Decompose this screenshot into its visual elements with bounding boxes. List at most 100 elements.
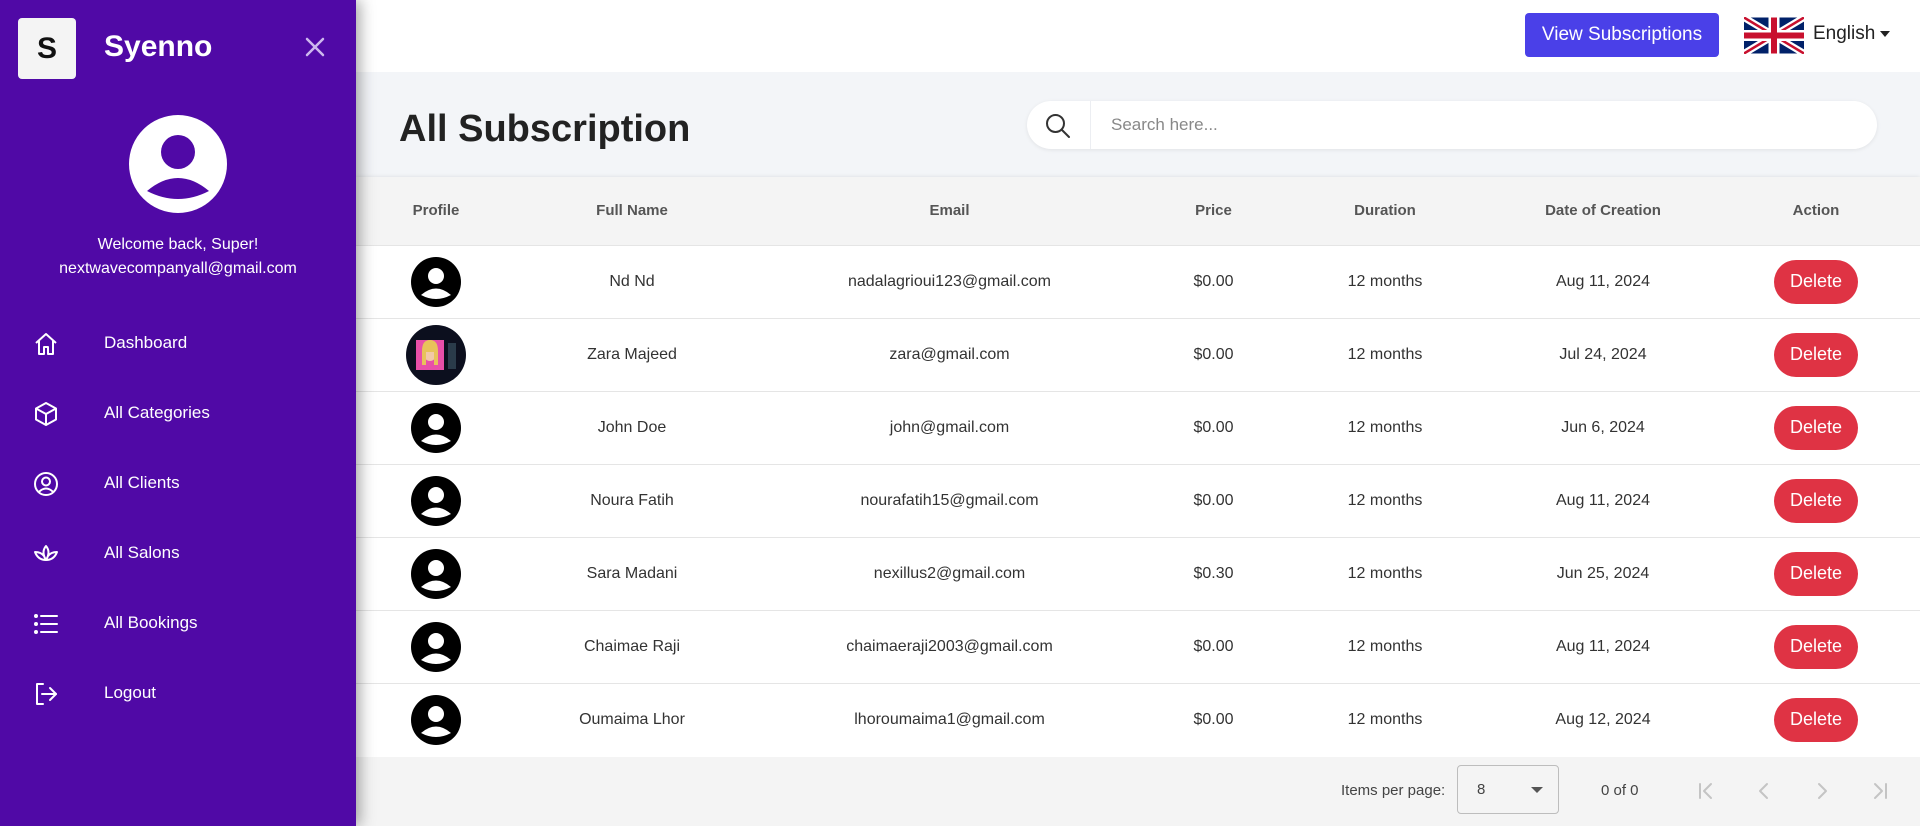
price-cell: $0.00 [1193, 345, 1234, 363]
column-header-duration: Duration [1354, 202, 1416, 220]
sidebar-item-dashboard[interactable]: Dashboard [0, 308, 356, 378]
sidebar-item-label: Dashboard [104, 333, 188, 352]
language-label: English [1813, 23, 1876, 44]
list-icon [34, 614, 58, 634]
delete-button[interactable]: Delete [1774, 624, 1858, 669]
price-cell: $0.00 [1193, 637, 1234, 655]
price-cell: $0.00 [1193, 272, 1234, 290]
sidebar-item-all-salons[interactable]: All Salons [0, 518, 356, 588]
duration-cell: 12 months [1347, 345, 1423, 363]
user-icon [421, 486, 451, 518]
profile-cell [356, 610, 516, 683]
subscriptions-table: Profile Full Name Email Price Duration D… [356, 177, 1920, 756]
action-cell: Delete [1712, 391, 1920, 464]
profile-cell [356, 683, 516, 756]
name-cell: Oumaima Lhor [579, 710, 685, 728]
column-header-price: Price [1195, 202, 1232, 220]
avatar [411, 548, 461, 599]
date-cell: Jun 25, 2024 [1556, 564, 1650, 582]
sidebar-item-all-bookings[interactable]: All Bookings [0, 588, 356, 658]
user-icon [421, 559, 451, 591]
subscriptions-table-card: Profile Full Name Email Price Duration D… [356, 177, 1920, 826]
lotus-icon [34, 545, 58, 561]
uk-flag-icon[interactable] [1744, 17, 1804, 54]
price-cell: $0.30 [1193, 564, 1234, 582]
search-bar [1027, 101, 1877, 149]
duration-cell: 12 months [1347, 564, 1423, 582]
user-icon [147, 135, 209, 199]
user-circle-icon [34, 472, 58, 496]
chevron-down-icon [1531, 787, 1543, 793]
email-cell: zara@gmail.com [889, 345, 1010, 363]
table-row: Sara Madani nexillus2@gmail.com $0.30 12… [356, 537, 1920, 610]
last-page-icon[interactable] [1866, 777, 1894, 805]
user-icon [421, 632, 451, 664]
user-icon [421, 705, 451, 737]
email-cell: lhoroumaima1@gmail.com [854, 710, 1045, 728]
next-page-icon[interactable] [1808, 777, 1836, 805]
items-per-page-select[interactable]: 8 [1457, 765, 1559, 814]
user-icon [421, 413, 451, 445]
delete-button[interactable]: Delete [1774, 332, 1858, 377]
table-row: Nd Nd nadalagrioui123@gmail.com $0.00 12… [356, 245, 1920, 318]
view-subscriptions-button[interactable]: View Subscriptions [1525, 13, 1719, 57]
email-cell: nexillus2@gmail.com [873, 564, 1026, 582]
first-page-icon[interactable] [1692, 777, 1720, 805]
date-cell: Jul 24, 2024 [1559, 345, 1647, 363]
language-dropdown[interactable]: English [1813, 23, 1891, 45]
avatar [411, 402, 461, 453]
page-title: All Subscription [399, 108, 691, 150]
sidebar-item-label: All Clients [104, 473, 180, 492]
table-row: Zara Majeed zara@gmail.com $0.00 12 mont… [356, 318, 1920, 391]
sidebar-item-logout[interactable]: Logout [0, 658, 356, 728]
column-header-email: Email [929, 202, 970, 220]
home-icon [35, 333, 57, 355]
price-cell: $0.00 [1193, 418, 1234, 436]
date-cell: Aug 12, 2024 [1555, 710, 1651, 728]
table-row: Chaimae Raji chaimaeraji2003@gmail.com $… [356, 610, 1920, 683]
profile-photo-icon [416, 339, 456, 370]
chevron-down-icon [1880, 31, 1891, 37]
sidebar-item-label: Logout [104, 683, 156, 702]
sidebar-item-all-categories[interactable]: All Categories [0, 378, 356, 448]
duration-cell: 12 months [1347, 637, 1423, 655]
duration-cell: 12 months [1347, 272, 1423, 290]
welcome-text: Welcome back, Super! [97, 236, 259, 253]
profile-cell [356, 391, 516, 464]
action-cell: Delete [1712, 245, 1920, 318]
action-cell: Delete [1712, 683, 1920, 756]
search-icon[interactable] [1043, 111, 1073, 141]
search-input[interactable] [1090, 101, 1870, 149]
page-range: 0 of 0 [1601, 782, 1639, 799]
delete-button[interactable]: Delete [1774, 551, 1858, 596]
items-per-page-label: Items per page: [1341, 782, 1446, 799]
close-sidebar-button[interactable] [300, 32, 330, 62]
user-icon [421, 267, 451, 299]
delete-button[interactable]: Delete [1774, 478, 1858, 523]
name-cell: Nd Nd [609, 272, 655, 290]
action-cell: Delete [1712, 318, 1920, 391]
avatar-photo [406, 324, 466, 385]
name-cell: Zara Majeed [587, 345, 677, 363]
name-cell: Chaimae Raji [583, 637, 681, 655]
email-cell: nourafatih15@gmail.com [860, 491, 1039, 509]
action-cell: Delete [1712, 537, 1920, 610]
duration-cell: 12 months [1347, 491, 1423, 509]
delete-button[interactable]: Delete [1774, 405, 1858, 450]
brand-name: Syenno [104, 30, 213, 63]
previous-page-icon[interactable] [1750, 777, 1778, 805]
user-avatar [129, 115, 227, 213]
logo: S [18, 18, 76, 79]
profile-cell [356, 537, 516, 610]
avatar [411, 694, 461, 745]
delete-button[interactable]: Delete [1774, 697, 1858, 742]
sidebar-item-all-clients[interactable]: All Clients [0, 448, 356, 518]
avatar [411, 475, 461, 526]
table-row: Oumaima Lhor lhoroumaima1@gmail.com $0.0… [356, 683, 1920, 756]
profile-cell [356, 318, 516, 391]
column-header-date: Date of Creation [1545, 202, 1661, 220]
delete-button[interactable]: Delete [1774, 259, 1858, 304]
table-row: Noura Fatih nourafatih15@gmail.com $0.00… [356, 464, 1920, 537]
sidebar-item-label: All Bookings [104, 613, 198, 632]
date-cell: Jun 6, 2024 [1561, 418, 1645, 436]
